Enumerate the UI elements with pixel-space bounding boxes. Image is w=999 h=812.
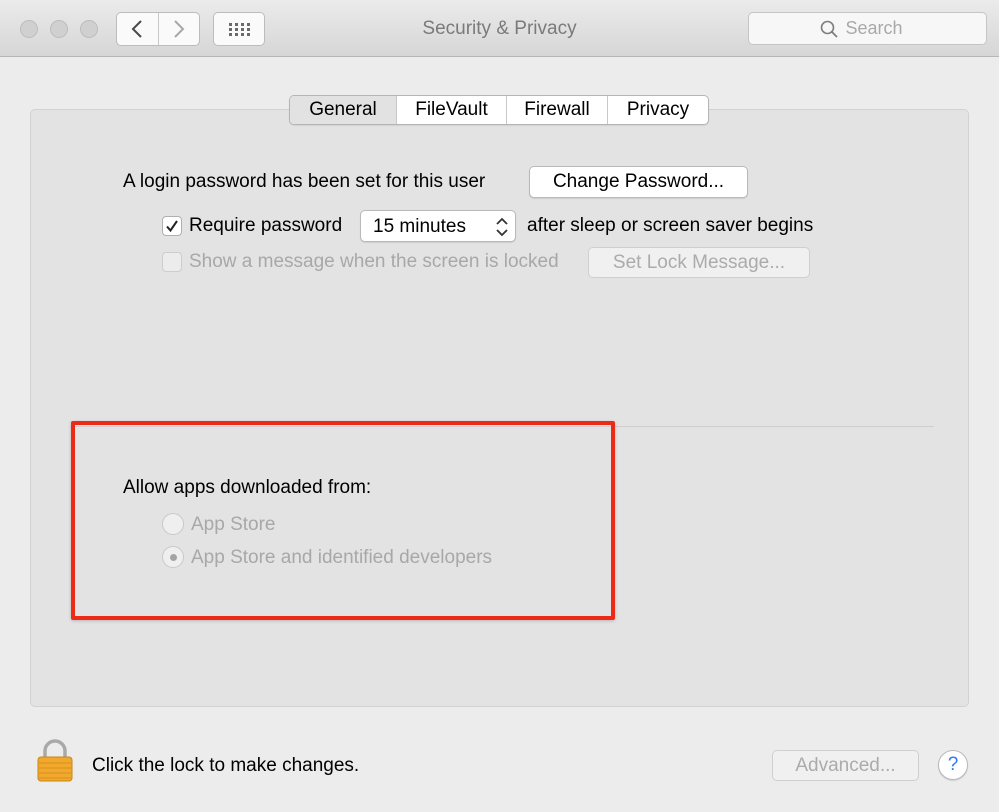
change-password-button[interactable]: Change Password... xyxy=(529,166,748,198)
search-input[interactable] xyxy=(845,18,916,39)
minimize-window-button[interactable] xyxy=(50,20,68,38)
tab-firewall[interactable]: Firewall xyxy=(506,96,607,124)
require-password-suffix: after sleep or screen saver begins xyxy=(527,215,814,236)
lock-instruction-text: Click the lock to make changes. xyxy=(92,755,360,776)
back-chevron-icon xyxy=(131,20,142,38)
lock-icon xyxy=(37,739,73,782)
search-field[interactable] xyxy=(748,12,987,45)
tab-privacy[interactable]: Privacy xyxy=(607,96,708,124)
back-button[interactable] xyxy=(117,13,158,45)
zoom-window-button[interactable] xyxy=(80,20,98,38)
lock-button[interactable] xyxy=(36,739,74,788)
window-toolbar: Security & Privacy xyxy=(0,0,999,57)
advanced-button[interactable]: Advanced... xyxy=(772,750,919,781)
show-all-button[interactable] xyxy=(213,12,265,46)
help-button[interactable]: ? xyxy=(938,750,968,780)
checkmark-icon xyxy=(166,220,178,233)
require-password-delay-select[interactable]: 15 minutes xyxy=(360,210,516,242)
navigation-buttons xyxy=(116,12,200,46)
stepper-chevrons-icon xyxy=(496,217,508,237)
close-window-button[interactable] xyxy=(20,20,38,38)
show-message-label: Show a message when the screen is locked xyxy=(189,251,559,272)
tab-bar: General FileVault Firewall Privacy xyxy=(289,95,709,125)
show-message-checkbox[interactable] xyxy=(162,252,182,272)
grid-icon xyxy=(229,23,250,36)
search-icon xyxy=(820,20,838,38)
login-password-text: A login password has been set for this u… xyxy=(123,171,486,192)
require-password-checkbox[interactable] xyxy=(162,216,182,236)
require-password-label: Require password xyxy=(189,215,343,236)
highlight-annotation-box xyxy=(71,421,615,620)
tab-filevault[interactable]: FileVault xyxy=(396,96,506,124)
set-lock-message-button[interactable]: Set Lock Message... xyxy=(588,247,810,278)
tab-general[interactable]: General xyxy=(290,96,396,124)
delay-value: 15 minutes xyxy=(373,216,466,237)
forward-button[interactable] xyxy=(157,13,200,45)
forward-chevron-icon xyxy=(174,20,185,38)
help-icon: ? xyxy=(947,754,959,775)
